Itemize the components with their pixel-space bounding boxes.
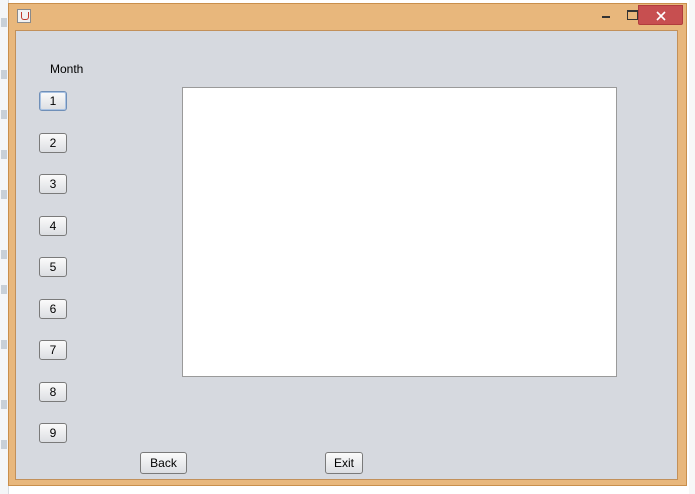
background-fragment <box>1 440 7 449</box>
background-fragment <box>1 150 7 159</box>
month-button-4[interactable]: 4 <box>39 216 67 236</box>
background-fragment <box>1 70 7 79</box>
month-button-9[interactable]: 9 <box>39 423 67 443</box>
exit-button[interactable]: Exit <box>325 452 363 474</box>
month-button-1[interactable]: 1 <box>39 91 67 111</box>
background-window-strip-right <box>689 0 695 494</box>
month-button-2[interactable]: 2 <box>39 133 67 153</box>
close-button[interactable] <box>638 5 683 25</box>
background-fragment <box>1 190 7 199</box>
content-pane: Month 1 2 3 4 5 6 7 8 9 Back Exit <box>15 30 678 480</box>
month-button-3[interactable]: 3 <box>39 174 67 194</box>
month-button-5[interactable]: 5 <box>39 257 67 277</box>
background-fragment <box>1 400 7 409</box>
month-button-6[interactable]: 6 <box>39 299 67 319</box>
title-bar[interactable] <box>9 4 686 30</box>
month-label: Month <box>50 62 84 76</box>
background-fragment <box>1 285 7 294</box>
back-button[interactable]: Back <box>140 452 187 474</box>
month-button-8[interactable]: 8 <box>39 382 67 402</box>
background-fragment <box>1 250 7 259</box>
month-button-7[interactable]: 7 <box>39 340 67 360</box>
close-icon <box>656 11 666 21</box>
minimize-button[interactable] <box>593 5 619 25</box>
java-app-icon <box>17 9 31 23</box>
display-panel <box>182 87 617 377</box>
background-fragment <box>1 110 7 119</box>
app-window: Month 1 2 3 4 5 6 7 8 9 Back Exit <box>8 3 687 486</box>
background-fragment <box>1 18 7 27</box>
background-fragment <box>1 340 7 349</box>
